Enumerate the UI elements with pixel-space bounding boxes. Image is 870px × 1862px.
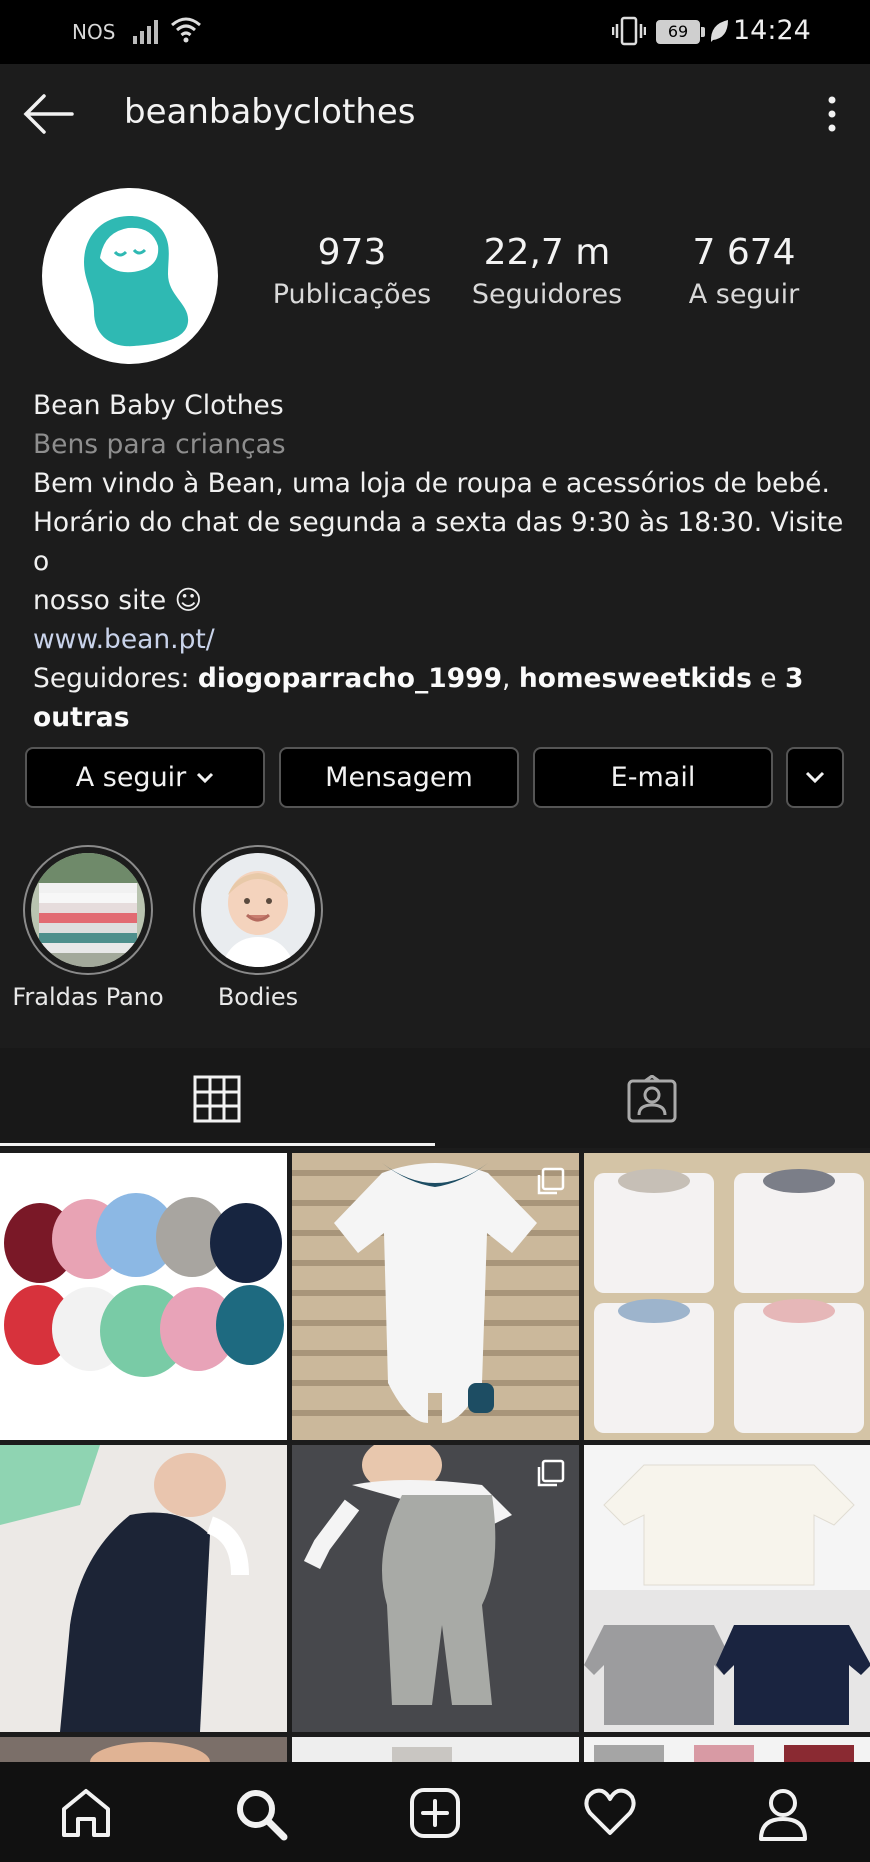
multiple-posts-icon (537, 1459, 565, 1487)
followed-by[interactable]: Seguidores: diogoparracho_1999, homeswee… (33, 659, 853, 737)
active-tab-indicator (0, 1143, 435, 1146)
post-thumbnail[interactable] (0, 1445, 287, 1732)
bean-logo (84, 216, 189, 347)
four-white-bodysuits-image (584, 1153, 870, 1440)
profile-icon[interactable] (757, 1787, 809, 1841)
home-icon[interactable] (60, 1787, 112, 1839)
baby-cardigans-image (584, 1445, 870, 1732)
battery-indicator: 69 (656, 20, 700, 44)
bio-line-2: Horário do chat de segunda a sexta das 9… (33, 507, 844, 577)
chevron-down-icon (805, 771, 825, 783)
post-thumbnail[interactable] (584, 1445, 870, 1732)
highlight-thumbnail (31, 853, 145, 967)
post-thumbnail[interactable] (0, 1153, 287, 1440)
suggested-accounts-button[interactable] (786, 747, 844, 808)
followed-by-prefix: Seguidores: (33, 663, 198, 694)
heart-icon[interactable] (584, 1787, 636, 1837)
followed-by-and: e (751, 663, 786, 694)
message-button[interactable]: Mensagem (279, 747, 519, 808)
highlight-fraldas-pano[interactable] (23, 845, 153, 975)
following-button-label: A seguir (75, 762, 187, 793)
post-image-partial (292, 1737, 579, 1762)
vibrate-icon (612, 16, 646, 46)
post-thumbnail[interactable] (0, 1737, 287, 1762)
stat-following-value: 7 674 (692, 232, 796, 273)
highlight-label-1: Fraldas Pano (12, 983, 164, 1011)
folded-cloth-diapers-image (31, 853, 145, 967)
email-button-label: E-mail (610, 762, 696, 793)
profile-avatar[interactable] (42, 188, 218, 364)
profile-full-name: Bean Baby Clothes (33, 390, 284, 421)
more-vertical-icon[interactable] (822, 95, 842, 133)
post-image-partial (0, 1737, 287, 1762)
post-thumbnail[interactable] (584, 1737, 870, 1762)
profile-username: beanbabyclothes (124, 92, 416, 132)
profile-tabs (0, 1048, 870, 1148)
bio-line-1: Bem vindo à Bean, uma loja de roupa e ac… (33, 468, 830, 499)
stat-following[interactable]: 7 674 A seguir (659, 232, 829, 310)
stat-following-label: A seguir (688, 279, 800, 310)
clock: 14:24 (733, 15, 811, 46)
post-thumbnail[interactable] (292, 1445, 579, 1732)
followed-by-comma: , (502, 663, 519, 694)
message-button-label: Mensagem (325, 762, 473, 793)
back-arrow-icon[interactable] (22, 92, 74, 136)
post-image-partial (584, 1737, 870, 1762)
power-saving-leaf-icon (710, 20, 728, 42)
stat-followers[interactable]: 22,7 m Seguidores (462, 232, 632, 310)
signal-icon (133, 20, 158, 44)
add-post-icon[interactable] (409, 1787, 461, 1839)
following-button[interactable]: A seguir (25, 747, 265, 808)
email-button[interactable]: E-mail (533, 747, 773, 808)
bio-line-3: nosso site ☺ (33, 585, 203, 616)
follower-name-2[interactable]: homesweetkids (519, 663, 752, 694)
post-thumbnail[interactable] (292, 1737, 579, 1762)
stat-followers-value: 22,7 m (483, 232, 611, 273)
wifi-icon (171, 17, 201, 43)
tagged-person-icon[interactable] (627, 1075, 677, 1123)
battery-tip (701, 27, 705, 37)
grid-icon[interactable] (193, 1075, 241, 1123)
carrier-label: NOS (72, 20, 116, 44)
post-thumbnail[interactable] (584, 1153, 870, 1440)
stat-posts-value: 973 (317, 232, 387, 273)
highlight-label-2: Bodies (217, 983, 299, 1011)
smiling-baby-image (201, 853, 315, 967)
profile-bio: Bean Baby Clothes Bens para crianças Bem… (33, 386, 853, 776)
status-bar: NOS 69 14:24 (0, 0, 870, 64)
stat-followers-label: Seguidores (471, 279, 623, 310)
chevron-down-icon (197, 772, 214, 783)
highlight-thumbnail (201, 853, 315, 967)
multiple-posts-icon (537, 1167, 565, 1195)
baby-navy-romper-image (0, 1445, 287, 1732)
knit-diaper-covers-image (0, 1153, 287, 1440)
post-thumbnail[interactable] (292, 1153, 579, 1440)
search-icon[interactable] (234, 1787, 288, 1841)
stat-posts[interactable]: 973 Publicações (267, 232, 437, 310)
website-link[interactable]: www.bean.pt/ (33, 620, 853, 659)
highlight-bodies[interactable] (193, 845, 323, 975)
follower-name-1[interactable]: diogoparracho_1999 (198, 663, 502, 694)
stat-posts-label: Publicações (272, 279, 432, 310)
profile-category: Bens para crianças (33, 429, 286, 460)
